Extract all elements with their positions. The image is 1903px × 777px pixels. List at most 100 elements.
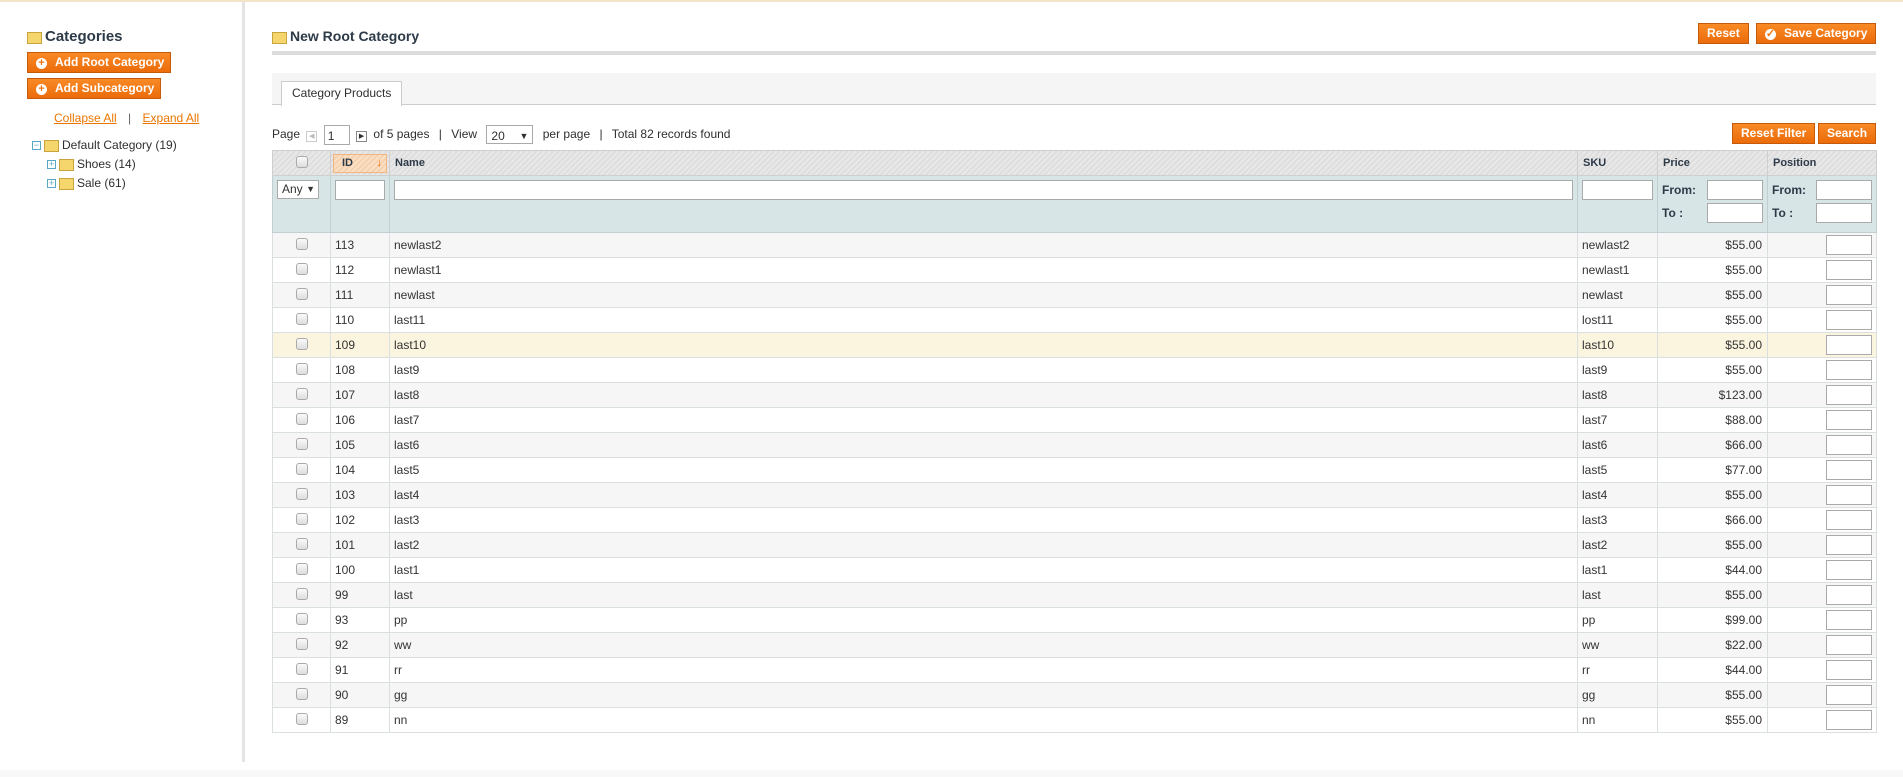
in-category-filter-select[interactable]: Any ▼ (277, 180, 319, 199)
table-row[interactable]: 112 newlast1 newlast1 $55.00 (272, 257, 1877, 283)
tab-category-products[interactable]: Category Products (281, 81, 403, 106)
position-input[interactable] (1826, 585, 1872, 605)
table-row[interactable]: 104 last5 last5 $77.00 (272, 457, 1877, 483)
row-checkbox[interactable] (295, 312, 308, 325)
table-row[interactable]: 110 last11 lost11 $55.00 (272, 307, 1877, 333)
expand-toggle-icon[interactable]: + (47, 179, 56, 189)
tree-node-default-category[interactable]: − Default Category (19) (32, 136, 177, 155)
row-checkbox[interactable] (295, 362, 308, 375)
position-input[interactable] (1826, 610, 1872, 630)
reset-filter-button[interactable]: Reset Filter (1732, 123, 1816, 144)
cell-sku: gg (1577, 682, 1658, 708)
cell-price: $99.00 (1657, 607, 1768, 633)
table-row[interactable]: 109 last10 last10 $55.00 (272, 332, 1877, 358)
position-input[interactable] (1826, 660, 1872, 680)
tree-node-sale[interactable]: + Sale (61) (32, 174, 177, 193)
position-input[interactable] (1826, 410, 1872, 430)
cell-name: last5 (389, 457, 1578, 483)
sku-filter-input[interactable] (1582, 180, 1653, 200)
table-row[interactable]: 100 last1 last1 $44.00 (272, 557, 1877, 583)
expand-toggle-icon[interactable]: + (47, 160, 56, 170)
column-sku[interactable]: SKU (1577, 150, 1658, 176)
table-row[interactable]: 107 last8 last8 $123.00 (272, 382, 1877, 408)
row-checkbox[interactable] (295, 537, 308, 550)
column-id[interactable]: ID ↓ (330, 150, 390, 176)
position-input[interactable] (1826, 285, 1872, 305)
per-page-select[interactable]: 20 ▼ (486, 125, 534, 145)
column-name[interactable]: Name (389, 150, 1578, 176)
table-row[interactable]: 108 last9 last9 $55.00 (272, 357, 1877, 383)
collapse-all-link[interactable]: Collapse All (54, 111, 117, 125)
position-input[interactable] (1826, 510, 1872, 530)
table-row[interactable]: 101 last2 last2 $55.00 (272, 532, 1877, 558)
price-to-input[interactable] (1707, 203, 1763, 223)
expand-all-link[interactable]: Expand All (143, 111, 200, 125)
row-checkbox[interactable] (295, 387, 308, 400)
table-row[interactable]: 93 pp pp $99.00 (272, 607, 1877, 633)
table-row[interactable]: 99 last last $55.00 (272, 582, 1877, 608)
position-input[interactable] (1826, 310, 1872, 330)
reset-button[interactable]: Reset (1698, 23, 1749, 44)
position-input[interactable] (1826, 260, 1872, 280)
id-filter-input[interactable] (335, 180, 385, 200)
page-input[interactable]: 1 (323, 124, 350, 145)
table-row[interactable]: 102 last3 last3 $66.00 (272, 507, 1877, 533)
table-row[interactable]: 106 last7 last7 $88.00 (272, 407, 1877, 433)
row-checkbox[interactable] (295, 512, 308, 525)
position-input[interactable] (1826, 360, 1872, 380)
row-checkbox[interactable] (295, 462, 308, 475)
position-input[interactable] (1826, 335, 1872, 355)
row-checkbox[interactable] (295, 412, 308, 425)
category-tree: − Default Category (19) + Shoes (14) + Sale… (32, 136, 177, 193)
position-input[interactable] (1826, 635, 1872, 655)
add-root-category-button[interactable]: + Add Root Category (27, 52, 171, 73)
row-checkbox[interactable] (295, 587, 308, 600)
cell-id: 106 (330, 407, 390, 433)
position-to-input[interactable] (1816, 203, 1872, 223)
select-all-checkbox[interactable] (295, 155, 308, 168)
position-input[interactable] (1826, 560, 1872, 580)
row-checkbox[interactable] (295, 662, 308, 675)
position-input[interactable] (1826, 535, 1872, 555)
name-filter-input[interactable] (394, 180, 1573, 200)
position-input[interactable] (1826, 485, 1872, 505)
row-checkbox[interactable] (295, 712, 308, 725)
save-category-button[interactable]: ✓ Save Category (1756, 23, 1877, 44)
tree-node-shoes[interactable]: + Shoes (14) (32, 155, 177, 174)
cell-price: $55.00 (1657, 357, 1768, 383)
position-input[interactable] (1826, 685, 1872, 705)
table-row[interactable]: 91 rr rr $44.00 (272, 657, 1877, 683)
cell-price: $55.00 (1657, 257, 1768, 283)
search-button[interactable]: Search (1818, 123, 1876, 144)
previous-page-icon[interactable]: ◀ (306, 131, 318, 142)
price-from-input[interactable] (1707, 180, 1763, 200)
row-checkbox[interactable] (295, 437, 308, 450)
row-checkbox[interactable] (295, 487, 308, 500)
table-row[interactable]: 105 last6 last6 $66.00 (272, 432, 1877, 458)
table-row[interactable]: 113 newlast2 newlast2 $55.00 (272, 232, 1877, 258)
table-row[interactable]: 90 gg gg $55.00 (272, 682, 1877, 708)
position-input[interactable] (1826, 710, 1872, 730)
column-price[interactable]: Price (1657, 150, 1768, 176)
position-input[interactable] (1826, 435, 1872, 455)
column-position[interactable]: Position (1767, 150, 1877, 176)
row-checkbox[interactable] (295, 262, 308, 275)
table-row[interactable]: 89 nn nn $55.00 (272, 707, 1877, 733)
row-checkbox[interactable] (295, 562, 308, 575)
next-page-icon[interactable]: ▶ (356, 131, 368, 142)
position-from-input[interactable] (1816, 180, 1872, 200)
row-checkbox[interactable] (295, 687, 308, 700)
position-input[interactable] (1826, 460, 1872, 480)
table-row[interactable]: 92 ww ww $22.00 (272, 632, 1877, 658)
row-checkbox[interactable] (295, 237, 308, 250)
row-checkbox[interactable] (295, 287, 308, 300)
table-row[interactable]: 103 last4 last4 $55.00 (272, 482, 1877, 508)
collapse-toggle-icon[interactable]: − (32, 141, 41, 151)
row-checkbox[interactable] (295, 337, 308, 350)
add-subcategory-button[interactable]: + Add Subcategory (27, 78, 161, 99)
row-checkbox[interactable] (295, 612, 308, 625)
table-row[interactable]: 111 newlast newlast $55.00 (272, 282, 1877, 308)
row-checkbox[interactable] (295, 637, 308, 650)
position-input[interactable] (1826, 235, 1872, 255)
position-input[interactable] (1826, 385, 1872, 405)
